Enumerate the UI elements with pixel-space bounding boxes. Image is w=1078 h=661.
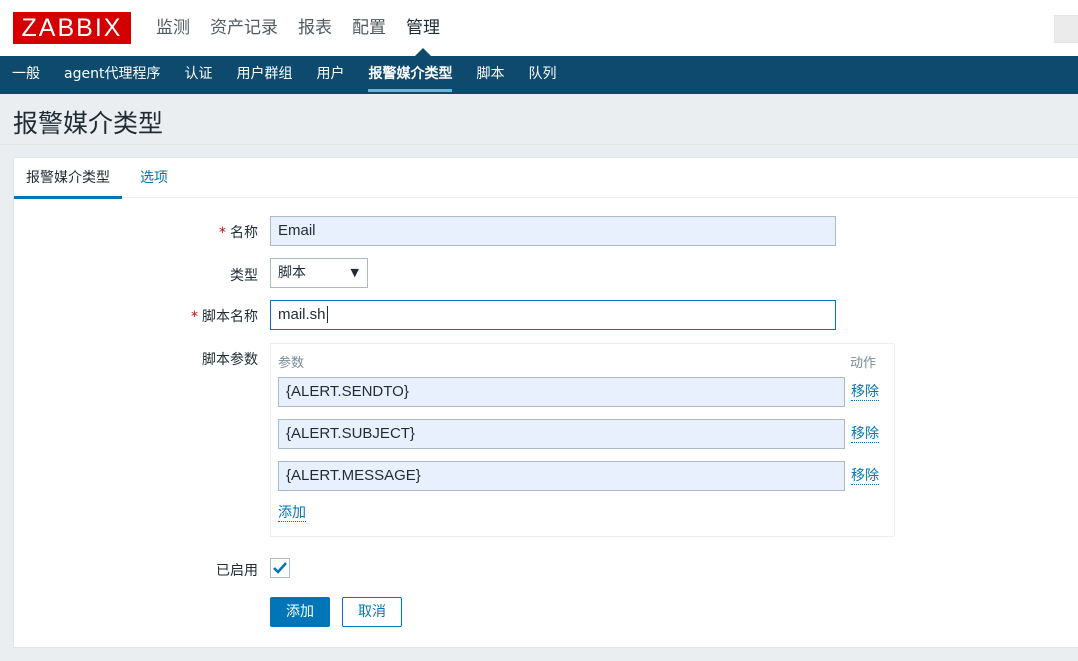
zabbix-logo[interactable]: ZABBIX (13, 12, 131, 44)
submenu-user-groups[interactable]: 用户群组 (224, 56, 304, 94)
enabled-checkbox[interactable] (270, 558, 290, 578)
add-button[interactable]: 添加 (270, 597, 330, 627)
chevron-down-icon: ▼ (350, 266, 359, 279)
submenu-authentication[interactable]: 认证 (172, 56, 224, 94)
form-panel: 报警媒介类型 选项 * 名称 Email 类型 脚本 ▼ * 脚本名称 mail.s… (13, 157, 1078, 648)
submenu-media-types[interactable]: 报警媒介类型 (356, 56, 464, 94)
enabled-label: 已启用 (216, 563, 258, 579)
script-params-label: 脚本参数 (202, 352, 258, 368)
submenu-users[interactable]: 用户 (304, 56, 356, 94)
submenu-general[interactable]: 一般 (0, 56, 52, 94)
param-input[interactable]: {ALERT.SUBJECT} (278, 419, 845, 449)
name-input[interactable]: Email (270, 216, 836, 246)
remove-link[interactable]: 移除 (851, 426, 879, 443)
required-mark: * (219, 225, 226, 241)
main-menu-configuration[interactable]: 配置 (342, 0, 396, 56)
name-label: * 名称 (14, 222, 258, 242)
tab-bar: 报警媒介类型 选项 (14, 158, 1078, 199)
text-cursor (326, 306, 328, 323)
tab-options[interactable]: 选项 (140, 158, 168, 198)
main-menu-reports[interactable]: 报表 (288, 0, 342, 56)
name-label-text: 名称 (230, 225, 258, 241)
type-select-value: 脚本 (278, 265, 306, 281)
top-header: ZABBIX 监测 资产记录 报表 配置 管理 (0, 0, 1078, 56)
cancel-button[interactable]: 取消 (342, 597, 402, 627)
script-name-label-text: 脚本名称 (202, 309, 258, 325)
checkmark-icon (273, 562, 287, 574)
divider (0, 144, 1078, 145)
submenu-queue[interactable]: 队列 (516, 56, 568, 94)
tab-media-type[interactable]: 报警媒介类型 (14, 158, 122, 199)
param-input[interactable]: {ALERT.SENDTO} (278, 377, 845, 407)
main-menu-administration[interactable]: 管理 (396, 0, 450, 56)
required-mark: * (191, 309, 198, 325)
sub-menu: 一般 agent代理程序 认证 用户群组 用户 报警媒介类型 脚本 队列 (0, 56, 1078, 94)
page-title: 报警媒介类型 (13, 109, 164, 138)
script-params-table: 参数 动作 {ALERT.SENDTO} 移除 {ALERT.SUBJECT} … (270, 343, 895, 537)
script-name-value: mail.sh (278, 306, 326, 323)
script-name-label: * 脚本名称 (14, 306, 258, 326)
submenu-proxies[interactable]: agent代理程序 (52, 56, 172, 94)
main-menu-monitoring[interactable]: 监测 (146, 0, 200, 56)
search-input[interactable] (1054, 15, 1078, 43)
script-name-input[interactable]: mail.sh (270, 300, 836, 330)
type-label: 类型 (230, 268, 258, 284)
remove-link[interactable]: 移除 (851, 384, 879, 401)
param-input[interactable]: {ALERT.MESSAGE} (278, 461, 845, 491)
main-menu: 监测 资产记录 报表 配置 管理 (146, 0, 450, 56)
type-select[interactable]: 脚本 ▼ (270, 258, 368, 288)
add-param-link[interactable]: 添加 (278, 505, 306, 522)
submenu-scripts[interactable]: 脚本 (464, 56, 516, 94)
remove-link[interactable]: 移除 (851, 468, 879, 485)
main-menu-inventory[interactable]: 资产记录 (200, 0, 288, 56)
actions-header: 动作 (850, 356, 877, 371)
params-header: 参数 (278, 356, 305, 371)
